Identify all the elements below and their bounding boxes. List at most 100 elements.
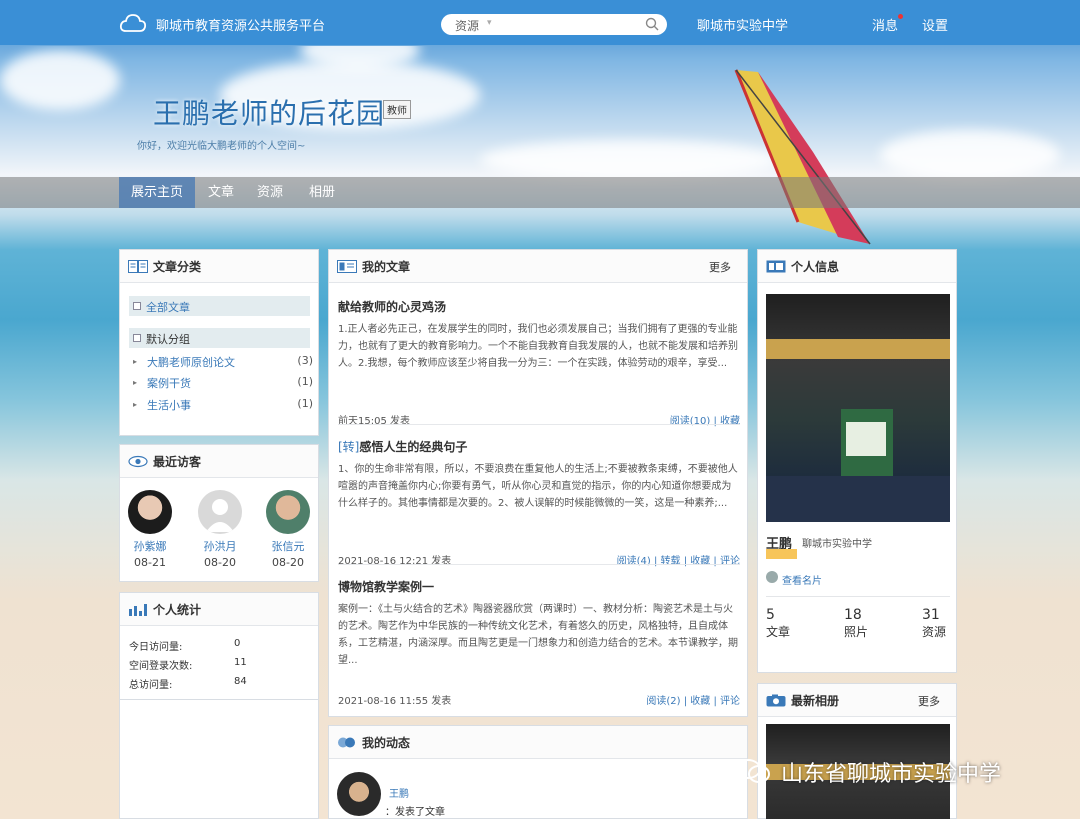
latest-album-panel: 最新相册 更多 [757,683,957,819]
article-item: [转]感悟人生的经典句子 1、你的生命非常有限，所以，不要浪费在重复他人的生活上… [338,438,740,567]
watermark-text: 山东省聊城市实验中学 [781,762,1002,787]
panel-header: 个人统计 [120,593,318,626]
my-dynamics-panel: 我的动态 王鹏 ：发表了文章 [328,725,748,819]
personal-info-panel: 个人信息 王鹏 聊城市实验中学 查看名片 5 文章 18 照片 31 资源 [757,249,957,673]
avatar[interactable] [128,490,172,534]
article-item: 博物馆教学案例一 案例一：《土与火结合的艺术》陶器瓷器欣赏（两课时）一、教材分析… [338,578,740,707]
article-title[interactable]: [转]感悟人生的经典句子 [338,438,740,455]
recent-visitors-panel: 最近访客 孙紫娜 08-21 孙洪月 08-20 张信元 08-20 [119,444,319,582]
stat-row: 空间登录次数: 11 [129,657,289,672]
teacher-badge: 教师 [383,100,411,119]
article-item: 献给教师的心灵鸡汤 1.正人者必先正己，在发展学生的同时，我们也必须发展自己；当… [338,298,740,427]
category-all[interactable]: 全部文章 [129,296,310,316]
stat-row: 今日访问量: 0 [129,638,289,653]
chevron-down-icon[interactable]: ▾ [487,18,492,28]
search-scope-select[interactable]: 资源 [455,17,479,34]
stat-value: 5 [766,607,775,623]
article-title[interactable]: 献给教师的心灵鸡汤 [338,298,740,315]
projector-screen [846,422,886,456]
dynamic-action: ：发表了文章 [385,807,445,818]
divider [338,564,740,565]
article-excerpt: 案例一：《土与火结合的艺术》陶器瓷器欣赏（两课时）一、教材分析：陶瓷艺术是土与火… [338,604,738,666]
article-title-text[interactable]: 感悟人生的经典句子 [359,440,467,454]
profile-photo[interactable] [766,294,950,522]
stat-label: 空间登录次数: [129,661,193,672]
left-column-filler [119,700,319,819]
user-silhouette-icon [206,499,234,532]
category-label: 全部文章 [146,301,190,314]
visitor-item[interactable]: 孙洪月 08-20 [190,490,250,569]
visitor-item[interactable]: 张信元 08-20 [258,490,318,569]
category-default-group[interactable]: 默认分组 [129,328,310,348]
panel-header: 我的文章 更多 [329,250,747,283]
visit-date: 08-20 [272,556,304,569]
search-icon[interactable] [645,17,659,31]
background-cloud [0,50,120,110]
article-meta: 2021-08-16 11:55 发表 阅读(2) | 收藏 | 评论 [338,692,740,707]
category-item[interactable]: ▸ 大鹏老师原创论文 (3) [133,354,313,372]
avatar-placeholder[interactable] [198,490,242,534]
avatar[interactable] [337,772,381,816]
students [766,476,950,522]
messages-link[interactable]: 消息 [872,15,898,34]
profile-stat[interactable]: 5 文章 [766,607,790,640]
stat-label: 今日访问量: [129,642,183,653]
category-count: (3) [297,354,313,367]
visitor-name[interactable]: 张信元 [258,538,318,554]
article-time: 前天15:05 发表 [338,416,410,427]
teacher-tag [766,549,797,559]
caret-right-icon: ▸ [133,378,138,387]
school-link[interactable]: 聊城市实验中学 [697,15,788,34]
stat-value: 11 [234,657,247,668]
search-box[interactable]: 资源 ▾ [441,14,667,35]
category-count: (1) [297,397,313,410]
more-link[interactable]: 更多 [709,259,731,275]
article-title-text[interactable]: 献给教师的心灵鸡汤 [338,300,446,314]
article-excerpt: 1.正人者必先正己，在发展学生的同时，我们也必须发展自己；当我们拥有了更强的专业… [338,324,738,369]
camera-icon [766,694,786,707]
panel-header: 个人信息 [758,250,956,283]
category-name: 案例干货 [147,377,191,390]
divider [766,596,950,597]
panel-title: 个人统计 [153,603,202,617]
panel-title: 我的文章 [362,260,411,274]
panel-title: 我的动态 [362,736,411,750]
stat-label: 文章 [766,625,791,639]
article-actions[interactable]: 阅读(2) | 收藏 | 评论 [646,692,740,707]
tab-album[interactable]: 相册 [297,177,347,208]
panel-header: 文章分类 [120,250,318,283]
stat-value: 31 [922,607,940,623]
collapse-icon [133,302,141,310]
more-link[interactable]: 更多 [918,693,940,709]
visitor-item[interactable]: 孙紫娜 08-21 [120,490,180,569]
profile-stat[interactable]: 18 照片 [844,607,868,640]
visitor-name[interactable]: 孙洪月 [190,538,250,554]
visitor-name[interactable]: 孙紫娜 [120,538,180,554]
avatar[interactable] [266,490,310,534]
article-title[interactable]: 博物馆教学案例一 [338,578,740,595]
article-title-text[interactable]: 博物馆教学案例一 [338,580,434,594]
profile-school: 聊城市实验中学 [802,539,872,550]
visit-date: 08-21 [134,556,166,569]
profile-stat[interactable]: 31 资源 [922,607,946,640]
tab-home[interactable]: 展示主页 [119,177,196,208]
notification-dot [898,14,903,19]
caret-right-icon: ▸ [133,400,138,409]
tab-resources[interactable]: 资源 [245,177,295,208]
site-title[interactable]: 聊城市教育资源公共服务平台 [156,15,325,34]
cloud-logo-icon[interactable] [119,12,147,34]
category-item[interactable]: ▸ 生活小事 (1) [133,397,313,415]
top-bar: 聊城市教育资源公共服务平台 资源 ▾ 聊城市实验中学 消息 设置 [0,0,1080,46]
panel-title: 文章分类 [153,260,202,274]
panel-header: 最新相册 更多 [758,684,956,717]
category-name: 大鹏老师原创论文 [147,356,235,369]
view-card-link[interactable]: 查看名片 [782,572,822,587]
category-item[interactable]: ▸ 案例干货 (1) [133,375,313,393]
panel-title: 最近访客 [153,455,202,469]
article-time: 2021-08-16 11:55 发表 [338,696,452,707]
settings-link[interactable]: 设置 [922,15,948,34]
dynamic-user[interactable]: 王鹏 [389,785,409,800]
panel-header: 我的动态 [329,726,747,759]
my-articles-panel: 我的文章 更多 献给教师的心灵鸡汤 1.正人者必先正己，在发展学生的同时，我们也… [328,249,748,717]
tab-articles[interactable]: 文章 [196,177,246,208]
